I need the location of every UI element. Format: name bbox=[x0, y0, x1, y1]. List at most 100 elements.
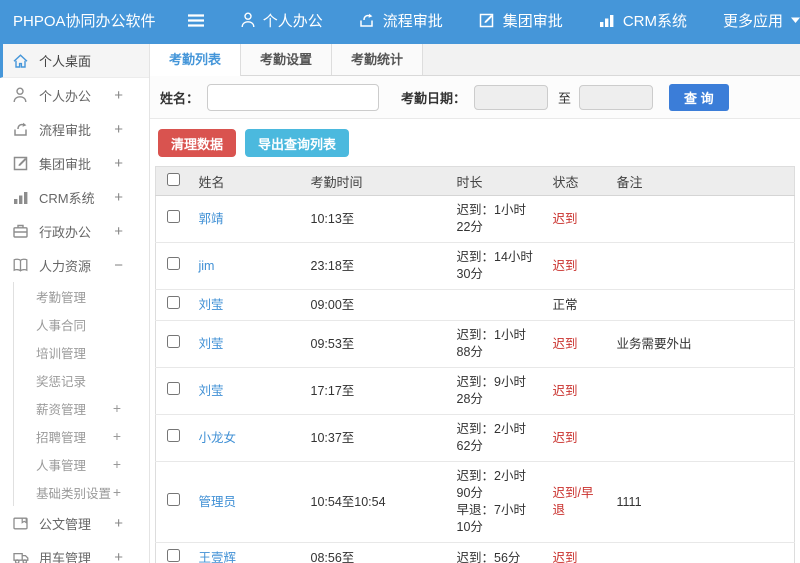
nav-item-more-apps[interactable]: 更多应用 bbox=[723, 10, 800, 31]
expander-plus-icon[interactable]: + bbox=[113, 428, 121, 444]
tab-attendance-list[interactable]: 考勤列表 bbox=[150, 44, 242, 76]
doc-icon bbox=[13, 517, 30, 530]
row-checkbox[interactable] bbox=[166, 549, 180, 562]
sidebar-item-admin-office[interactable]: 行政办公 + bbox=[0, 214, 149, 248]
date-end-input[interactable] bbox=[579, 84, 654, 110]
sidebar-item-label: 集团审批 bbox=[39, 156, 92, 172]
nav-item-crm[interactable]: CRM系统 bbox=[599, 10, 687, 31]
tab-attendance-stats[interactable]: 考勤统计 bbox=[332, 44, 424, 75]
sidebar-item-document-mgmt[interactable]: 公文管理 + bbox=[0, 506, 149, 540]
expander-plus-icon[interactable]: + bbox=[114, 155, 123, 172]
table-row: 刘莹 17:17至 迟到：9小时28分 迟到 bbox=[155, 367, 795, 415]
row-checkbox[interactable] bbox=[166, 429, 180, 442]
nav-item-personal-office[interactable]: 个人办公 bbox=[241, 10, 323, 31]
expander-plus-icon[interactable]: + bbox=[113, 484, 121, 500]
nav-item-group-approval[interactable]: 集团审批 bbox=[479, 10, 563, 31]
search-button[interactable]: 查 询 bbox=[669, 83, 729, 111]
employee-name-link[interactable]: 小龙女 bbox=[199, 431, 237, 445]
sidebar-item-personal-office[interactable]: 个人办公 + bbox=[0, 78, 149, 112]
row-checkbox[interactable] bbox=[166, 382, 180, 395]
time-cell: 09:53至 bbox=[302, 320, 449, 368]
time-cell: 23:18至 bbox=[302, 242, 449, 290]
employee-name-link[interactable]: 王壹辉 bbox=[199, 551, 237, 563]
expander-plus-icon[interactable]: + bbox=[114, 87, 123, 104]
sidebar-item-workflow-approval[interactable]: 流程审批 + bbox=[0, 112, 149, 146]
name-cell: 刘莹 bbox=[190, 289, 303, 321]
note-cell bbox=[608, 195, 795, 243]
column-header: 状态 bbox=[544, 166, 609, 196]
sidebar-item-group-approval[interactable]: 集团审批 + bbox=[0, 146, 149, 180]
table-row: 管理员 10:54至10:54 迟到：2小时90分 早退：7小时10分 迟到/早退 111… bbox=[155, 461, 795, 543]
sidebar-item-hr[interactable]: 人力资源 − bbox=[0, 248, 149, 282]
menu-toggle-icon[interactable] bbox=[187, 13, 205, 27]
sidebar-subitem-training-mgmt[interactable]: 培训管理 bbox=[14, 338, 149, 366]
date-start-input[interactable] bbox=[474, 84, 549, 110]
sidebar-subitem-base-category-settings[interactable]: 基础类别设置 + bbox=[14, 478, 149, 506]
sidebar: 个人桌面 个人办公 + 流程审批 + 集团审批 + CRM系统 + 行政办公 + 人力资源 − 考勤管理人… bbox=[0, 44, 150, 563]
sidebar-item-label: 用车管理 bbox=[39, 550, 92, 563]
clean-data-button[interactable]: 清理数据 bbox=[158, 129, 237, 157]
table-row: 王壹辉 08:56至 迟到：56分 迟到 bbox=[155, 542, 795, 563]
sidebar-item-label: 个人桌面 bbox=[39, 54, 92, 69]
select-all-checkbox[interactable] bbox=[166, 173, 180, 186]
name-cell: 刘莹 bbox=[190, 320, 303, 368]
expander-plus-icon[interactable]: + bbox=[114, 549, 123, 563]
employee-name-link[interactable]: 刘莹 bbox=[199, 298, 224, 312]
duration-cell: 迟到：14小时30分 bbox=[448, 242, 545, 290]
row-select-cell bbox=[155, 242, 191, 290]
employee-name-link[interactable]: 刘莹 bbox=[199, 384, 224, 398]
row-checkbox[interactable] bbox=[166, 493, 180, 506]
sidebar-subitem-label: 薪资管理 bbox=[36, 402, 87, 417]
nav-item-label: 个人办公 bbox=[262, 12, 323, 30]
duration-cell: 迟到：1小时88分 bbox=[448, 320, 545, 368]
sidebar-item-label: 公文管理 bbox=[39, 516, 92, 532]
row-checkbox[interactable] bbox=[166, 296, 180, 309]
employee-name-link[interactable]: 郭靖 bbox=[199, 212, 224, 226]
sidebar-item-label: 人力资源 bbox=[39, 258, 92, 274]
sidebar-subitem-attendance-mgmt[interactable]: 考勤管理 bbox=[14, 282, 149, 310]
person-icon bbox=[13, 87, 30, 103]
chart-icon bbox=[13, 190, 30, 205]
sidebar-subitem-label: 奖惩记录 bbox=[36, 374, 87, 389]
flow-icon bbox=[359, 12, 375, 28]
row-checkbox[interactable] bbox=[166, 335, 180, 348]
top-nav: 个人办公 流程审批 集团审批 CRM系统 更多应用 bbox=[241, 10, 800, 31]
table-row: 刘莹 09:53至 迟到：1小时88分 迟到 业务需要外出 bbox=[155, 320, 795, 368]
sidebar-item-personal-desktop[interactable]: 个人桌面 bbox=[0, 44, 149, 78]
sidebar-subitem-personnel-mgmt[interactable]: 人事管理 + bbox=[14, 450, 149, 478]
nav-item-workflow-approval[interactable]: 流程审批 bbox=[359, 10, 443, 31]
sidebar-subitem-reward-punishment[interactable]: 奖惩记录 bbox=[14, 366, 149, 394]
sidebar-subitem-hr-contract[interactable]: 人事合同 bbox=[14, 310, 149, 338]
row-checkbox[interactable] bbox=[166, 210, 180, 223]
employee-name-link[interactable]: 刘莹 bbox=[199, 337, 224, 351]
export-list-button[interactable]: 导出查询列表 bbox=[245, 129, 350, 157]
row-select-cell bbox=[155, 414, 191, 462]
sidebar-subitem-salary-mgmt[interactable]: 薪资管理 + bbox=[14, 394, 149, 422]
time-cell: 10:54至10:54 bbox=[302, 461, 449, 543]
expander-plus-icon[interactable]: + bbox=[114, 223, 123, 240]
duration-cell: 迟到：2小时90分 早退：7小时10分 bbox=[448, 461, 545, 543]
row-checkbox[interactable] bbox=[166, 257, 180, 270]
time-cell: 10:13至 bbox=[302, 195, 449, 243]
expander-minus-icon[interactable]: − bbox=[114, 257, 123, 274]
sidebar-item-vehicle-mgmt[interactable]: 用车管理 + bbox=[0, 540, 149, 563]
tab-attendance-setup[interactable]: 考勤设置 bbox=[241, 44, 333, 75]
sidebar-subitem-recruit-mgmt[interactable]: 招聘管理 + bbox=[14, 422, 149, 450]
edit-icon bbox=[479, 12, 495, 28]
expander-plus-icon[interactable]: + bbox=[114, 121, 123, 138]
employee-name-link[interactable]: 管理员 bbox=[199, 495, 237, 509]
sidebar-item-crm[interactable]: CRM系统 + bbox=[0, 180, 149, 214]
expander-plus-icon[interactable]: + bbox=[113, 456, 121, 472]
note-cell: 1111 bbox=[608, 461, 795, 543]
expander-plus-icon[interactable]: + bbox=[114, 189, 123, 206]
expander-plus-icon[interactable]: + bbox=[114, 515, 123, 532]
row-select-cell bbox=[155, 289, 191, 321]
name-cell: 郭靖 bbox=[190, 195, 303, 243]
employee-name-link[interactable]: jim bbox=[199, 259, 215, 273]
name-input[interactable] bbox=[207, 83, 380, 111]
status-cell: 迟到 bbox=[544, 542, 609, 563]
book-icon bbox=[13, 258, 30, 272]
name-cell: 刘莹 bbox=[190, 367, 303, 415]
expander-plus-icon[interactable]: + bbox=[113, 400, 121, 416]
time-cell: 09:00至 bbox=[302, 289, 449, 321]
